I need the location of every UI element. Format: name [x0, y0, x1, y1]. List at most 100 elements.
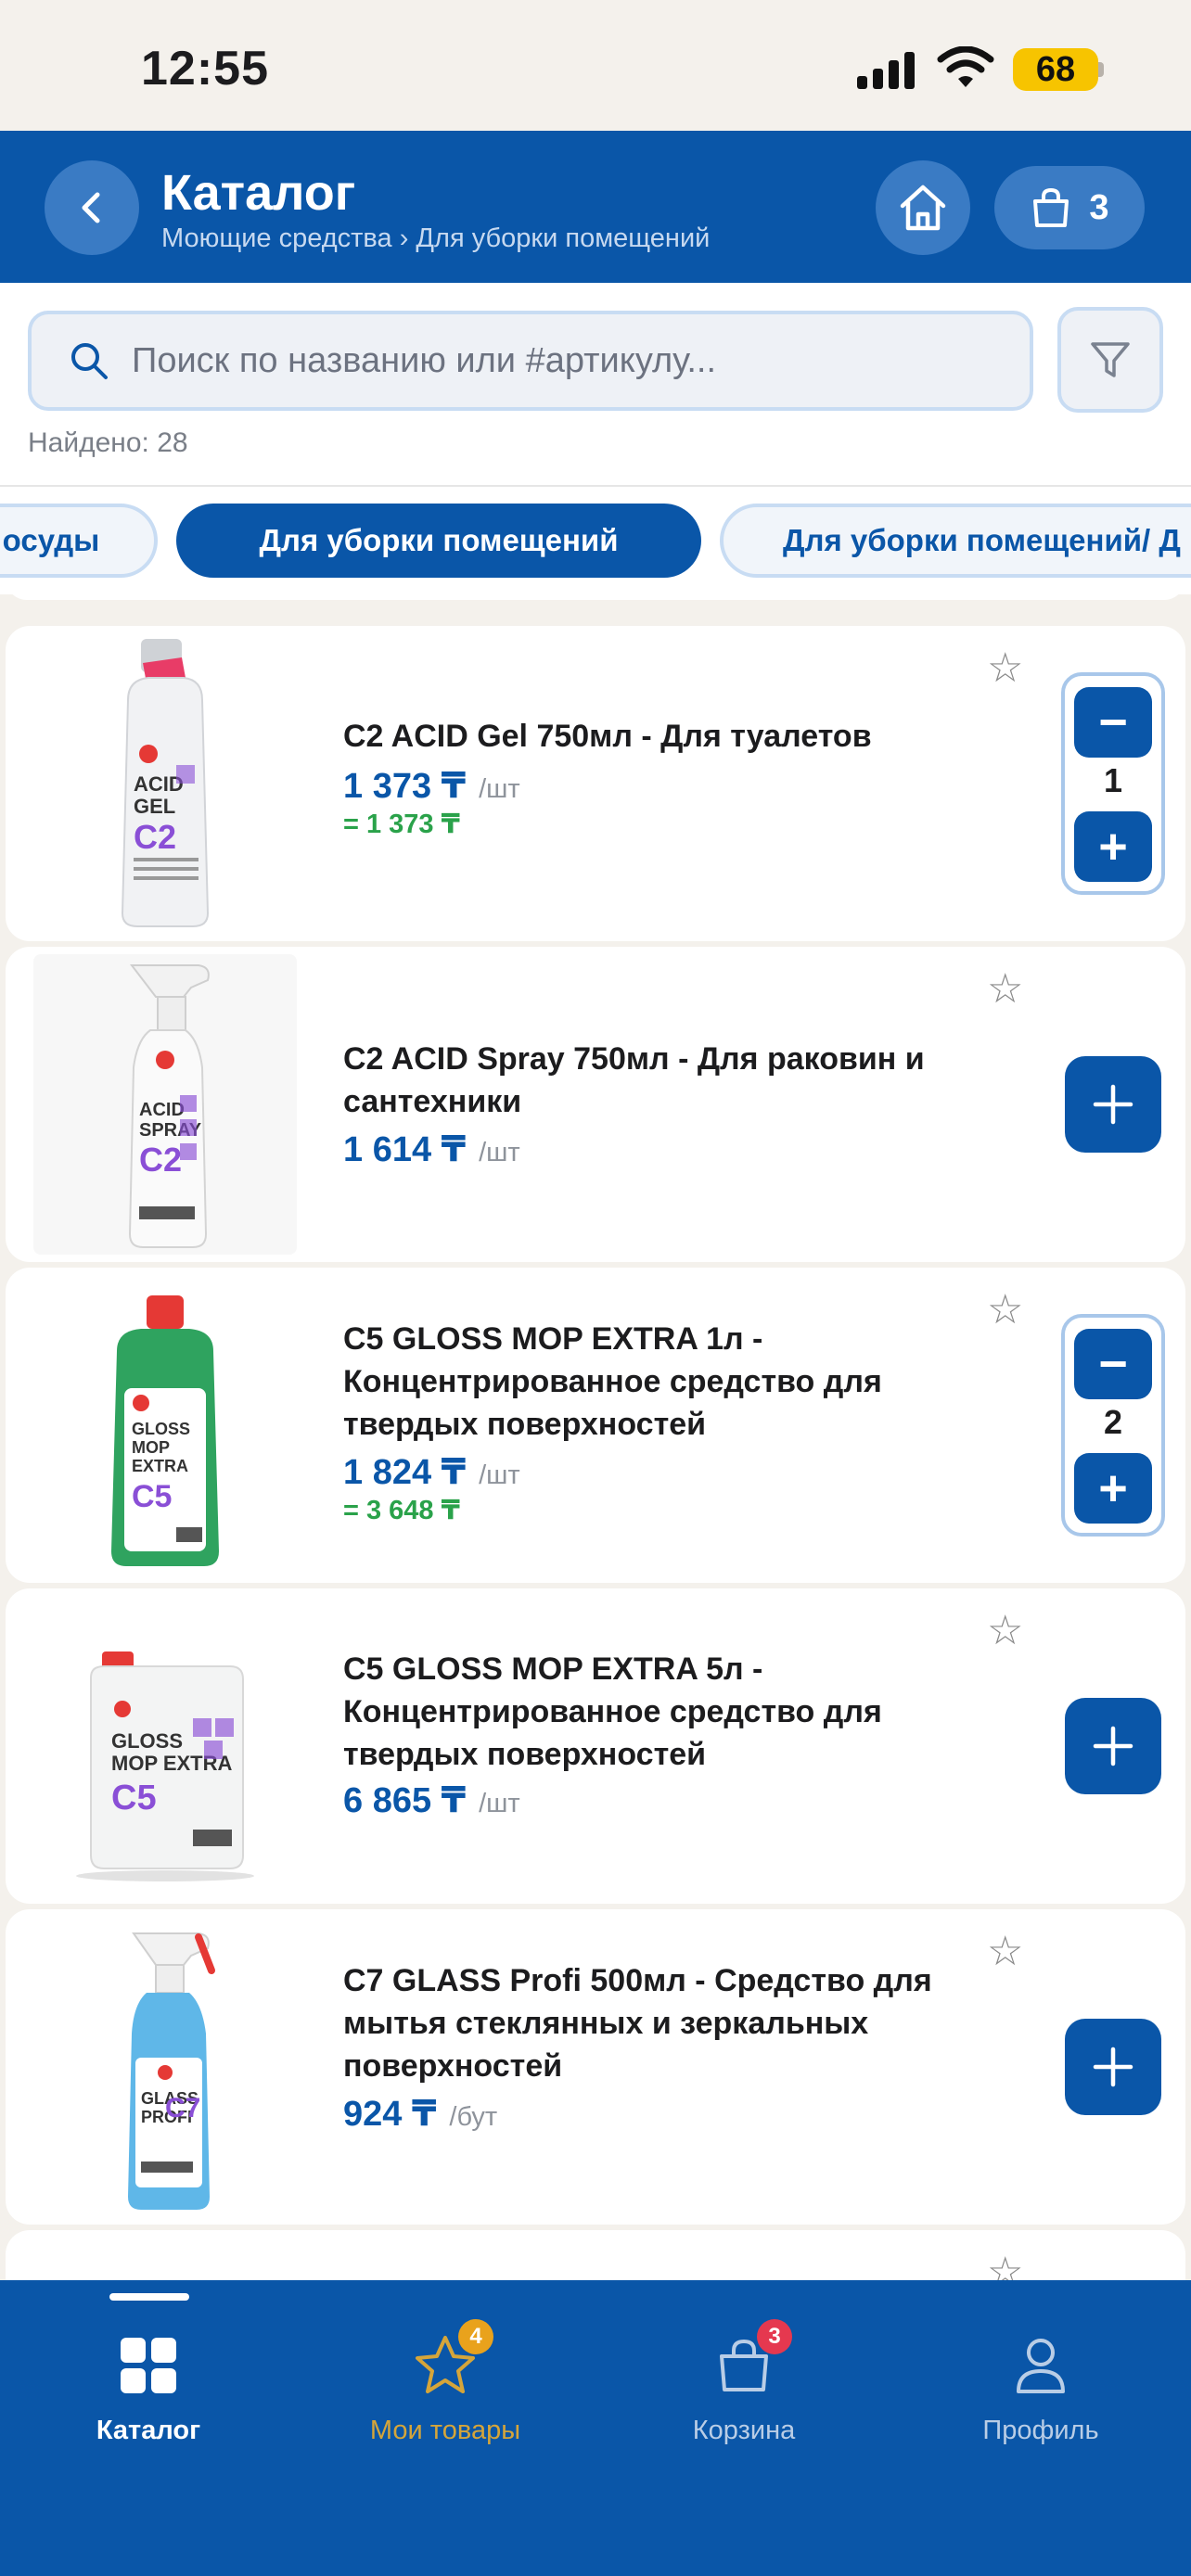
favorite-star-icon[interactable]: ☆: [987, 1611, 1023, 1651]
product-card[interactable]: ACID GEL C2 C2 ACID Gel 750мл - Для туал…: [6, 626, 1185, 941]
price-line: 1 373 ₸ /шт: [343, 765, 520, 807]
product-image: ACID SPRAY C2: [33, 954, 297, 1255]
product-list[interactable]: ACID GEL C2 C2 ACID Gel 750мл - Для туал…: [0, 594, 1191, 2280]
search-area: Найдено: 28: [0, 283, 1191, 485]
quantity-value: 2: [1103, 1403, 1123, 1441]
status-bar: 12:55 68: [0, 0, 1191, 131]
chip-label: Для уборки помещений: [259, 523, 619, 557]
favorite-star-icon[interactable]: ☆: [987, 969, 1023, 1010]
product-label-text: C2: [134, 818, 176, 856]
product-card[interactable]: GLOSS MOP EXTRA C5 C5 GLOSS MOP EXTRA 5л…: [6, 1588, 1185, 1904]
bag-icon: 3: [711, 2319, 792, 2399]
active-tab-indicator: [109, 2293, 189, 2301]
add-to-cart-button[interactable]: [1065, 2019, 1161, 2115]
product-label-text: ACID: [134, 772, 184, 796]
product-canister-icon: GLOSS MOP EXTRA C5: [76, 1651, 254, 1881]
plus-icon: [1093, 2047, 1133, 2087]
product-image: GLOSS MOP EXTRA C5: [33, 1275, 297, 1575]
favorite-star-icon[interactable]: ☆: [987, 1290, 1023, 1331]
filter-button[interactable]: [1057, 307, 1163, 413]
shopping-bag-icon: [1033, 187, 1069, 227]
increase-quantity-button[interactable]: +: [1074, 811, 1152, 882]
breadcrumb[interactable]: Моющие средства › Для уборки помещений: [161, 223, 710, 254]
product-bottle-icon: GLOSS MOP EXTRA C5: [111, 1295, 219, 1566]
product-price: 1 824 ₸: [343, 1453, 467, 1492]
search-input[interactable]: [132, 340, 967, 381]
product-price: 1 614 ₸: [343, 1130, 467, 1169]
home-button[interactable]: [876, 160, 970, 255]
product-card[interactable]: ACID SPRAY C2 C2 ACID Spray 750мл - Для …: [6, 947, 1185, 1262]
favorite-star-icon[interactable]: ☆: [987, 1932, 1023, 1972]
chip-category-dishes[interactable]: осуды: [0, 504, 158, 578]
person-icon: [1007, 2332, 1074, 2399]
favorite-star-icon[interactable]: ☆: [987, 2252, 1023, 2281]
page-title: Каталог: [161, 165, 356, 221]
price-line: 924 ₸ /бут: [343, 2093, 497, 2135]
tab-catalog[interactable]: Каталог: [37, 2332, 260, 2446]
product-label-text: C2: [139, 1141, 182, 1179]
product-label-text: MOP: [132, 1438, 170, 1457]
product-card[interactable]: GLOSS MOP EXTRA C5 C5 GLOSS MOP EXTRA 1л…: [6, 1268, 1185, 1583]
tab-label: Корзина: [692, 2416, 796, 2445]
status-time: 12:55: [141, 42, 269, 96]
header-cart-button[interactable]: 3: [994, 166, 1145, 249]
product-line-total: = 3 648 ₸: [343, 1496, 460, 1525]
product-label-text: C5: [111, 1779, 157, 1817]
product-price: 924 ₸: [343, 2095, 437, 2134]
tab-label: Мои товары: [369, 2416, 521, 2445]
add-to-cart-button[interactable]: [1065, 1698, 1161, 1794]
product-unit: /шт: [479, 774, 520, 804]
chip-label: Для уборки помещений/ Д: [783, 523, 1181, 557]
price-line: 1 824 ₸ /шт: [343, 1451, 520, 1493]
product-spray-bottle-icon: ACID SPRAY C2: [128, 964, 210, 1248]
product-name[interactable]: C2 ACID Gel 750мл - Для туалетов: [343, 715, 974, 758]
add-to-cart-button[interactable]: [1065, 1056, 1161, 1153]
decrease-quantity-button[interactable]: −: [1074, 1329, 1152, 1399]
tab-cart[interactable]: 3 Корзина: [633, 2319, 855, 2446]
product-price: 1 373 ₸: [343, 767, 467, 806]
product-name[interactable]: C5 GLOSS MOP EXTRA 5л - Концентрированно…: [343, 1648, 974, 1776]
bottom-tab-bar: Каталог 4 Мои товары 3 Корзина Профиль: [0, 2280, 1191, 2576]
product-name[interactable]: C5 GLOSS MOP EXTRA 1л - Концентрированно…: [343, 1318, 974, 1446]
decrease-quantity-button[interactable]: −: [1074, 687, 1152, 758]
battery-indicator: 68: [1013, 48, 1098, 91]
chip-category-room-cleaning-sub[interactable]: Для уборки помещений/ Д: [720, 504, 1191, 578]
product-unit: /шт: [479, 1789, 520, 1818]
product-name[interactable]: C2 ACID Spray 750мл - Для раковин и сант…: [343, 1038, 974, 1123]
wifi-icon: [937, 46, 994, 87]
favorite-star-icon[interactable]: ☆: [987, 648, 1023, 689]
search-box[interactable]: [28, 311, 1033, 411]
product-price: 6 865 ₸: [343, 1781, 467, 1820]
product-card[interactable]: GLASS PROFI C7 C7 GLASS Profi 500мл - Ср…: [6, 1909, 1185, 2225]
tab-my-products[interactable]: 4 Мои товары: [334, 2319, 557, 2446]
product-name[interactable]: C7 GLASS Profi 500мл - Средство для мыть…: [343, 1959, 974, 2087]
search-icon: [71, 343, 108, 379]
star-icon: 4: [412, 2319, 493, 2399]
product-label-text: GLOSS: [132, 1420, 190, 1438]
favorites-badge: 4: [458, 2319, 493, 2354]
plus-icon: [1093, 1726, 1133, 1766]
increase-quantity-button[interactable]: +: [1074, 1453, 1152, 1524]
product-label-text: C7: [165, 2093, 200, 2123]
product-label-text: GEL: [134, 795, 175, 818]
product-image: GLASS PROFI C7: [33, 1917, 297, 2217]
price-line: 1 614 ₸ /шт: [343, 1129, 520, 1170]
tab-label: Каталог: [96, 2416, 201, 2445]
quantity-stepper[interactable]: − 2 +: [1061, 1314, 1165, 1537]
product-unit: /шт: [479, 1460, 520, 1490]
product-unit: /шт: [479, 1138, 520, 1167]
quantity-stepper[interactable]: − 1 +: [1061, 672, 1165, 895]
chip-category-room-cleaning[interactable]: Для уборки помещений: [176, 504, 701, 578]
back-button[interactable]: [45, 160, 139, 255]
product-label-text: EXTRA: [132, 1457, 188, 1475]
product-bottle-icon: ACID GEL C2: [121, 639, 210, 927]
product-unit: /бут: [449, 2102, 498, 2132]
tab-profile[interactable]: Профиль: [929, 2332, 1152, 2446]
product-label-text: GLOSS: [111, 1729, 183, 1753]
tab-label: Профиль: [982, 2416, 1099, 2445]
results-count: Найдено: 28: [28, 427, 188, 458]
category-chips: осуды Для уборки помещений Для уборки по…: [0, 485, 1191, 594]
cellular-signal-icon: [857, 52, 915, 89]
filter-icon: [1091, 342, 1130, 377]
product-card-partial: [6, 594, 1185, 600]
